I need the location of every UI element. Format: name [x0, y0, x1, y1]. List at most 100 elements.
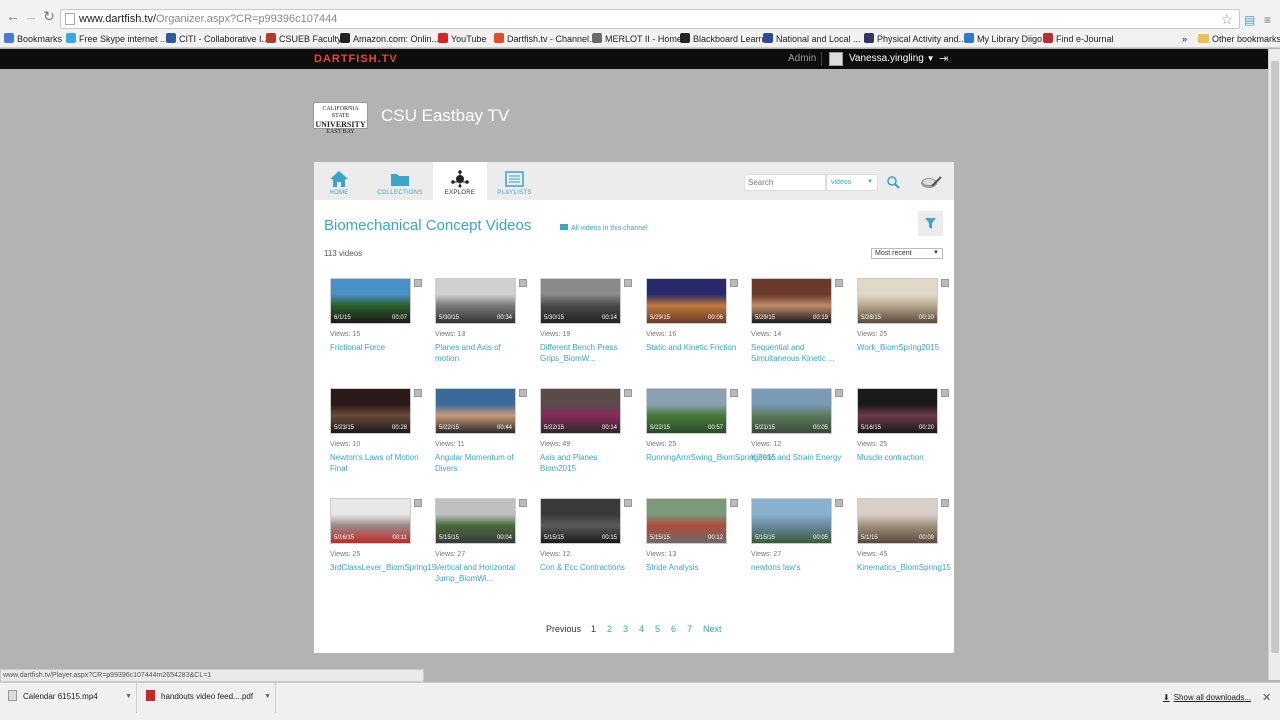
- video-title-link[interactable]: Kinematics_BiomSpring15: [857, 562, 951, 573]
- forward-icon[interactable]: →: [24, 9, 38, 23]
- select-checkbox[interactable]: [835, 279, 843, 287]
- show-all-downloads-link[interactable]: ⬇ Show all downloads...: [1163, 693, 1251, 702]
- select-checkbox[interactable]: [624, 389, 632, 397]
- video-title-link[interactable]: newtons law's: [751, 562, 843, 573]
- video-thumbnail[interactable]: 5/16/15 00:11: [330, 498, 411, 544]
- video-card[interactable]: 5/15/15 00:04 Views: 27 Vertical and Horizo…: [435, 498, 529, 603]
- bookmark-item[interactable]: YouTube: [438, 33, 486, 46]
- extension-icon[interactable]: ▤: [1244, 13, 1255, 27]
- avatar[interactable]: [829, 52, 843, 66]
- select-checkbox[interactable]: [519, 389, 527, 397]
- search-input-wrap[interactable]: [744, 174, 826, 191]
- bookmark-item[interactable]: MERLOT II - Home: [592, 33, 682, 46]
- video-thumbnail[interactable]: 5/1/15 00:09: [857, 498, 938, 544]
- chevron-down-icon[interactable]: ▼: [125, 683, 132, 711]
- bookmark-item[interactable]: Find e-Journal: [1043, 33, 1114, 46]
- video-card[interactable]: 5/1/15 00:09 Views: 45 Kinematics_BiomSprin…: [857, 498, 951, 603]
- select-checkbox[interactable]: [414, 389, 422, 397]
- video-card[interactable]: 5/16/15 00:20 Views: 25 Muscle contraction: [857, 388, 951, 493]
- bookmark-star-icon[interactable]: ☆: [1220, 11, 1233, 28]
- other-bookmarks-folder[interactable]: Other bookmarks: [1198, 33, 1280, 46]
- video-title-link[interactable]: Stride Analysis: [646, 562, 738, 573]
- select-checkbox[interactable]: [941, 389, 949, 397]
- bookmark-item[interactable]: CITI - Collaborative I...: [166, 33, 269, 46]
- video-title-link[interactable]: Planes and Axis of motion: [435, 342, 527, 364]
- video-thumbnail[interactable]: 5/29/15 00:06: [646, 278, 727, 324]
- bookmark-item[interactable]: Amazon.com: Onlin...: [340, 33, 439, 46]
- video-thumbnail[interactable]: 5/22/15 00:44: [435, 388, 516, 434]
- select-checkbox[interactable]: [730, 279, 738, 287]
- address-bar[interactable]: www.dartfish.tv/Organizer.aspx?CR=p99396…: [60, 9, 1240, 29]
- tab-collections[interactable]: COLLECTIONS: [370, 162, 430, 200]
- logout-icon[interactable]: ⇥: [939, 52, 948, 65]
- search-input[interactable]: [745, 175, 823, 190]
- select-checkbox[interactable]: [835, 499, 843, 507]
- tab-playlists[interactable]: PLAYLISTS: [492, 162, 537, 200]
- video-thumbnail[interactable]: 5/15/15 00:15: [540, 498, 621, 544]
- video-thumbnail[interactable]: 5/28/15 00:10: [857, 278, 938, 324]
- tab-explore[interactable]: EXPLORE: [433, 162, 487, 200]
- select-checkbox[interactable]: [730, 499, 738, 507]
- video-card[interactable]: 5/23/15 00:28 Views: 10 Newton's Laws of Mo…: [330, 388, 424, 493]
- video-card[interactable]: 5/30/15 00:14 Views: 19 Different Bench Pre…: [540, 278, 634, 383]
- video-thumbnail[interactable]: 6/1/15 00:07: [330, 278, 411, 324]
- search-icon[interactable]: [885, 174, 901, 191]
- page-number[interactable]: 6: [671, 624, 676, 634]
- page-number[interactable]: 4: [639, 624, 644, 634]
- close-icon[interactable]: ✕: [1262, 691, 1271, 704]
- select-checkbox[interactable]: [414, 279, 422, 287]
- bookmark-item[interactable]: National and Local ...: [763, 33, 861, 46]
- bookmark-item[interactable]: My Library Diigo: [964, 33, 1042, 46]
- tab-home[interactable]: HOME: [324, 162, 354, 200]
- video-card[interactable]: 5/22/15 00:14 Views: 49 Axis and Planes Bio…: [540, 388, 634, 493]
- select-checkbox[interactable]: [624, 279, 632, 287]
- video-title-link[interactable]: Vertical and Horizontal Jump_BiomWi...: [435, 562, 527, 584]
- chrome-menu-icon[interactable]: ≡: [1264, 13, 1271, 27]
- video-title-link[interactable]: 3rdClassLever_BiomSpring15: [330, 562, 436, 573]
- video-title-link[interactable]: Kinetic and Strain Energy: [751, 452, 843, 463]
- video-thumbnail[interactable]: 5/23/15 00:28: [330, 388, 411, 434]
- video-card[interactable]: 5/15/15 00:05 Views: 27 newtons law's: [751, 498, 845, 603]
- bookmark-item[interactable]: Free Skype internet ...: [66, 33, 168, 46]
- video-title-link[interactable]: Angular Momentum of Divers: [435, 452, 527, 474]
- video-title-link[interactable]: RunningArmSwing_BiomSpring2015: [646, 452, 776, 463]
- video-title-link[interactable]: Sequential and Simultaneous Kinetic ...: [751, 342, 843, 364]
- video-card[interactable]: 5/30/15 00:34 Views: 13 Planes and Axis of …: [435, 278, 529, 383]
- filter-button[interactable]: [918, 211, 943, 236]
- download-item[interactable]: Calendar 61515.mp4 ▼: [0, 683, 137, 713]
- bookmark-item[interactable]: Physical Activity and...: [864, 33, 966, 46]
- video-card[interactable]: 5/15/15 00:15 Views: 12 Con & Ecc Contracti…: [540, 498, 634, 603]
- page-scrollbar[interactable]: [1268, 49, 1280, 680]
- back-icon[interactable]: ←: [6, 9, 20, 23]
- video-title-link[interactable]: Static and Kinetic Friction: [646, 342, 738, 353]
- video-card[interactable]: 5/22/15 00:44 Views: 11 Angular Momentum of…: [435, 388, 529, 493]
- bookmark-item[interactable]: Blackboard Learn: [680, 33, 764, 46]
- select-checkbox[interactable]: [941, 499, 949, 507]
- video-thumbnail[interactable]: 5/15/15 00:12: [646, 498, 727, 544]
- video-card[interactable]: 5/28/15 00:10 Views: 25 Work_BiomSpring2015: [857, 278, 951, 383]
- bookmark-item[interactable]: Bookmarks: [4, 33, 62, 46]
- select-checkbox[interactable]: [941, 279, 949, 287]
- video-card[interactable]: 5/15/15 00:12 Views: 13 Stride Analysis: [646, 498, 740, 603]
- previous-page-button[interactable]: Previous: [546, 624, 581, 634]
- select-checkbox[interactable]: [835, 389, 843, 397]
- video-card[interactable]: 5/16/15 00:11 Views: 25 3rdClassLever_BiomS…: [330, 498, 436, 603]
- video-thumbnail[interactable]: 5/21/15 00:05: [751, 388, 832, 434]
- page-number[interactable]: 7: [687, 624, 692, 634]
- user-menu[interactable]: Vanessa.yingling ▼: [849, 53, 935, 64]
- bookmarks-overflow-button[interactable]: »: [1182, 33, 1187, 46]
- dartfish-logo[interactable]: DARTFISH.TV: [314, 53, 398, 65]
- video-card[interactable]: 5/22/15 00:57 Views: 25 RunningArmSwing_Bio…: [646, 388, 776, 493]
- search-type-select[interactable]: videos ▼: [826, 174, 878, 191]
- select-checkbox[interactable]: [519, 279, 527, 287]
- video-thumbnail[interactable]: 5/15/15 00:05: [751, 498, 832, 544]
- select-checkbox[interactable]: [519, 499, 527, 507]
- video-card[interactable]: 5/21/15 00:05 Views: 12 Kinetic and Strain …: [751, 388, 845, 493]
- video-thumbnail[interactable]: 5/22/15 00:14: [540, 388, 621, 434]
- scrollbar-thumb[interactable]: [1271, 61, 1279, 653]
- reload-icon[interactable]: ↻: [42, 9, 56, 23]
- edit-settings-icon[interactable]: [919, 172, 943, 192]
- video-thumbnail[interactable]: 5/30/15 00:34: [435, 278, 516, 324]
- sort-select[interactable]: Most recent ▼: [871, 248, 943, 259]
- video-title-link[interactable]: Work_BiomSpring2015: [857, 342, 949, 353]
